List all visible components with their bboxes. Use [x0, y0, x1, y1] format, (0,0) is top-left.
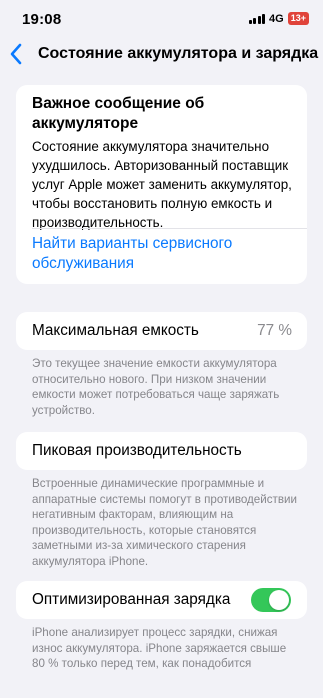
warning-title: Важное сообщение об аккумуляторе [32, 95, 205, 132]
optimized-charging-toggle[interactable] [251, 588, 291, 612]
optimized-charging-footnote: iPhone анализирует процесс зарядки, сниж… [32, 626, 287, 670]
cellular-signal-icon [248, 13, 266, 24]
max-capacity-value: 77 % [257, 322, 292, 339]
chevron-left-icon[interactable] [9, 43, 23, 65]
divider [32, 228, 307, 229]
warning-text: Состояние аккумулятора значительно ухудш… [32, 139, 292, 230]
status-indicators: 4G 13+ [248, 12, 309, 25]
peak-performance-row: Пиковая производительность [16, 432, 307, 470]
max-capacity-footnote: Это текущее значение емкости аккумулятор… [32, 357, 280, 417]
peak-performance-label: Пиковая производительность [32, 442, 242, 459]
peak-performance-footnote: Встроенные динамические программные и ап… [32, 477, 297, 568]
optimized-charging-label: Оптимизированная зарядка [32, 591, 231, 608]
status-time: 19:08 [22, 11, 62, 28]
service-options-link[interactable]: Найти варианты сервисного обслуживания [32, 234, 292, 274]
battery-warning-card: Важное сообщение об аккумуляторе Состоян… [16, 85, 307, 284]
status-bar: 19:08 4G 13+ [0, 0, 323, 40]
max-capacity-label: Максимальная емкость [32, 322, 199, 339]
network-type: 4G [269, 12, 284, 25]
battery-icon: 13+ [287, 12, 309, 25]
page-title: Состояние аккумулятора и зарядка [38, 45, 319, 62]
optimized-charging-row: Оптимизированная зарядка [16, 581, 307, 619]
toggle-knob [269, 590, 289, 610]
navigation-bar: Состояние аккумулятора и зарядка [0, 40, 323, 70]
max-capacity-row: Максимальная емкость 77 % [16, 312, 307, 350]
